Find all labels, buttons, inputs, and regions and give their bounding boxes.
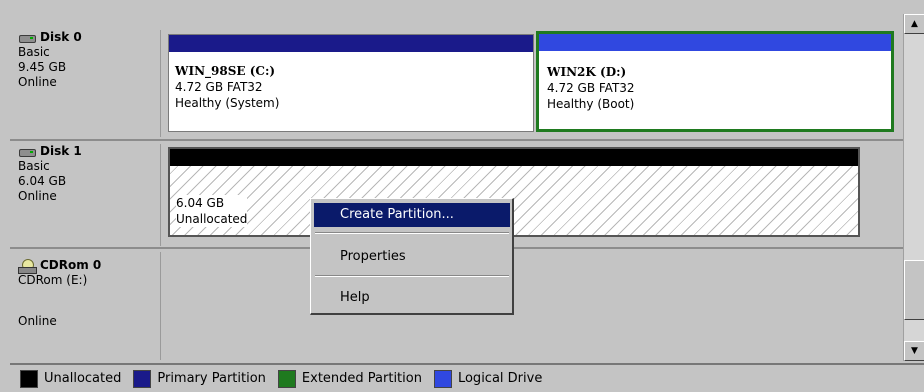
legend-label-unallocated: Unallocated [44, 371, 122, 386]
scroll-thumb[interactable] [904, 260, 924, 320]
legend-swatch-logical [433, 369, 452, 388]
scroll-up-icon[interactable]: ▲ [904, 14, 924, 34]
logical-drive-bar [539, 34, 891, 51]
window-top-edge [0, 0, 924, 14]
cdrom0-title-row: CDRom 0 [18, 258, 160, 274]
legend-label-extended: Extended Partition [301, 371, 422, 386]
disk0-title: Disk 0 [40, 30, 82, 44]
disk0-size: 9.45 GB [18, 60, 67, 74]
legend-swatch-extended [277, 369, 296, 388]
disk1-title-row: Disk 1 [18, 144, 160, 159]
disk1-type: Basic [18, 159, 50, 173]
menu-separator [315, 232, 509, 234]
partition-win2k[interactable]: WIN2K (D:) 4.72 GB FAT32 Healthy (Boot) [536, 31, 894, 132]
legend-swatch-unallocated [20, 369, 38, 388]
partition-win98-name: WIN_98SE (C:) [175, 64, 276, 78]
unallocated-bar [170, 149, 858, 166]
legend-label-primary: Primary Partition [157, 371, 266, 386]
unallocated-status: Unallocated [176, 212, 248, 226]
menu-item-create-partition[interactable]: Create Partition... [314, 203, 510, 227]
scroll-down-icon[interactable]: ▼ [904, 341, 924, 361]
partition-win2k-status: Healthy (Boot) [547, 97, 635, 111]
cdrom-icon [18, 258, 37, 274]
partition-win2k-name: WIN2K (D:) [547, 65, 627, 79]
cdrom0-type: CDRom (E:) [18, 273, 88, 287]
partition-win98[interactable]: WIN_98SE (C:) 4.72 GB FAT32 Healthy (Sys… [168, 34, 534, 132]
disk0-label-panel[interactable]: Disk 0 Basic 9.45 GB Online [18, 30, 161, 137]
menu-item-properties[interactable]: Properties [314, 245, 510, 269]
disk1-title: Disk 1 [40, 144, 82, 158]
disk-icon [18, 147, 36, 157]
disk1-status: Online [18, 189, 57, 203]
context-menu: Create Partition... Properties Help [310, 198, 514, 315]
partition-win98-size: 4.72 GB FAT32 [175, 80, 263, 94]
disk0-title-row: Disk 0 [18, 30, 160, 45]
disk1-label-panel[interactable]: Disk 1 Basic 6.04 GB Online [18, 144, 161, 246]
cdrom0-title: CDRom 0 [40, 258, 102, 272]
partition-unallocated[interactable]: 6.04 GB Unallocated [168, 147, 860, 237]
disk1-size: 6.04 GB [18, 174, 67, 188]
partition-win2k-size: 4.72 GB FAT32 [547, 81, 635, 95]
menu-item-help[interactable]: Help [314, 286, 510, 310]
cdrom0-status: Online [18, 314, 57, 328]
disk-icon [18, 33, 36, 43]
partition-win98-status: Healthy (System) [175, 96, 280, 110]
unallocated-size: 6.04 GB [176, 196, 225, 210]
menu-separator [315, 275, 509, 277]
primary-partition-bar [169, 35, 533, 52]
disk0-status: Online [18, 75, 57, 89]
legend-label-logical: Logical Drive [457, 371, 543, 386]
disk0-type: Basic [18, 45, 50, 59]
vertical-scrollbar[interactable]: ▲ ▼ [903, 14, 924, 361]
row-divider [10, 139, 903, 141]
cdrom0-label-panel[interactable]: CDRom 0 CDRom (E:) Online [18, 252, 161, 360]
legend-swatch-primary [133, 369, 152, 388]
legend-bar: Unallocated Primary Partition Extended P… [10, 363, 924, 392]
